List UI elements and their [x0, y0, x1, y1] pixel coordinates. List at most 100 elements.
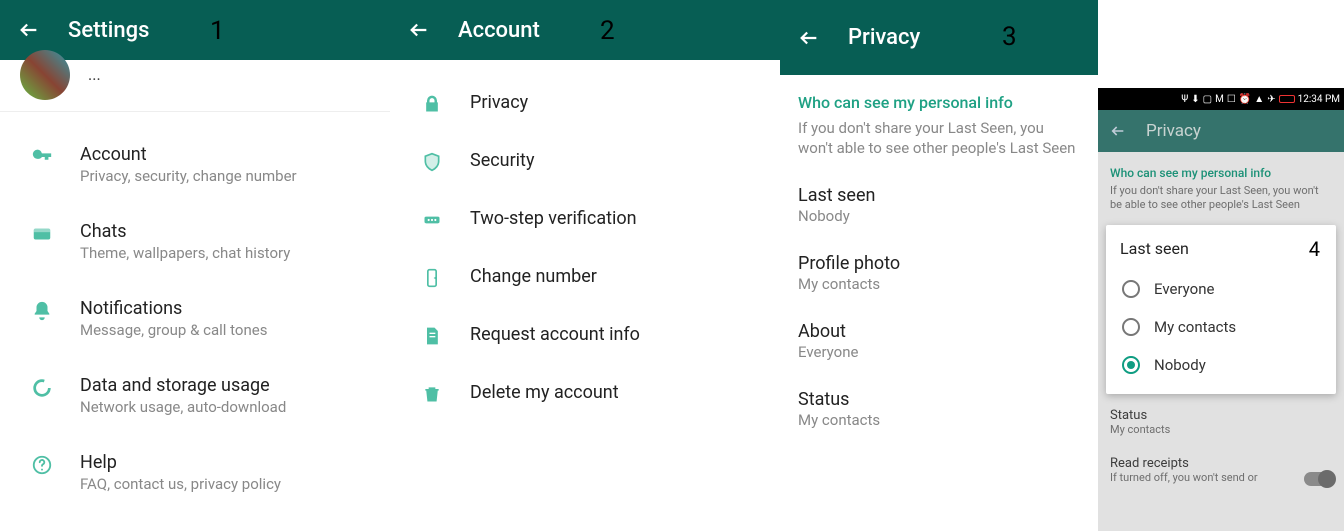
account-item-request-info[interactable]: Request account info: [390, 306, 780, 364]
row-title: Security: [470, 150, 760, 171]
mail-icon: M: [1215, 94, 1224, 105]
step-number-1: 1: [210, 16, 225, 46]
row-title: Status: [798, 389, 1080, 410]
header-privacy-dim: Privacy: [1098, 110, 1344, 152]
settings-item-help[interactable]: Help FAQ, contact us, privacy policy: [0, 434, 390, 511]
trash-icon: [410, 382, 454, 404]
status-bar: Ψ ⬇ ▢ M ☐ ⏰ ▲ ✈ 12:34 PM: [1098, 88, 1344, 110]
chat-icon: [20, 221, 64, 245]
pin-icon: [410, 208, 454, 230]
privacy-screen: Privacy 3 Who can see my personal info I…: [780, 0, 1098, 531]
row-title: Data and storage usage: [80, 375, 370, 396]
option-label: My contacts: [1154, 318, 1236, 336]
header-settings: Settings: [0, 0, 390, 60]
privacy-dialog-screen: Ψ ⬇ ▢ M ☐ ⏰ ▲ ✈ 12:34 PM Privacy Who can…: [1098, 0, 1344, 531]
row-title: Request account info: [470, 324, 760, 345]
clock-text: 12:34 PM: [1298, 94, 1340, 105]
section-header: Who can see my personal info: [1098, 152, 1344, 184]
account-item-change-number[interactable]: Change number: [390, 248, 780, 306]
header-title: Settings: [68, 18, 149, 43]
row-subtitle: My contacts: [798, 411, 1080, 429]
privacy-item-about[interactable]: About Everyone: [780, 307, 1098, 375]
row-subtitle: Everyone: [798, 343, 1080, 361]
option-my-contacts[interactable]: My contacts: [1120, 308, 1322, 346]
account-item-privacy[interactable]: Privacy: [390, 74, 780, 132]
wifi-icon: ▲: [1254, 94, 1264, 105]
row-subtitle: My contacts: [1110, 423, 1332, 436]
avatar: [20, 50, 70, 100]
section-header: Who can see my personal info: [780, 75, 1098, 118]
rec-icon: ☐: [1227, 94, 1236, 105]
row-title: About: [798, 321, 1080, 342]
section-note: If you don't share your Last Seen, you w…: [1098, 184, 1344, 221]
radio-icon: [1122, 318, 1140, 336]
section-note: If you don't share your Last Seen, you w…: [780, 118, 1098, 171]
last-seen-dialog: Last seen 4 Everyone My contacts Nobody: [1106, 225, 1336, 394]
step-number-3: 3: [1002, 22, 1017, 52]
back-icon[interactable]: [408, 19, 430, 41]
back-icon[interactable]: [1110, 123, 1126, 139]
download-icon: ⬇: [1191, 94, 1199, 105]
row-title: Status: [1110, 408, 1332, 423]
bell-icon: [20, 298, 64, 322]
row-subtitle: Network usage, auto-download: [80, 398, 370, 416]
privacy-item-read-receipts[interactable]: Read receipts If turned off, you won't s…: [1098, 446, 1344, 494]
privacy-item-status[interactable]: Status My contacts: [1098, 398, 1344, 446]
row-title: Privacy: [470, 92, 760, 113]
battery-icon: [1279, 95, 1295, 103]
row-title: Two-step verification: [470, 208, 760, 229]
row-subtitle: My contacts: [798, 275, 1080, 293]
settings-item-data-usage[interactable]: Data and storage usage Network usage, au…: [0, 357, 390, 434]
help-icon: [20, 452, 64, 476]
header-title: Privacy: [848, 25, 920, 50]
row-subtitle: Message, group & call tones: [80, 321, 370, 339]
settings-item-chats[interactable]: Chats Theme, wallpapers, chat history: [0, 203, 390, 280]
settings-screen: Settings 1 ... Account Privacy, security…: [0, 0, 390, 531]
header-title: Account: [458, 18, 540, 43]
header-account: Account: [390, 0, 780, 60]
step-number-2: 2: [600, 16, 615, 46]
airplane-icon: ✈: [1267, 94, 1275, 105]
row-title: Change number: [470, 266, 760, 287]
profile-status: ...: [88, 65, 101, 84]
radio-icon: [1122, 280, 1140, 298]
step-number-4: 4: [1309, 237, 1320, 261]
row-title: Help: [80, 452, 370, 473]
row-title: Account: [80, 144, 370, 165]
toggle-switch[interactable]: [1304, 472, 1334, 486]
back-icon[interactable]: [798, 27, 820, 49]
row-title: Profile photo: [798, 253, 1080, 274]
alarm-icon: ⏰: [1239, 94, 1251, 105]
row-subtitle: Theme, wallpapers, chat history: [80, 244, 370, 262]
account-screen: Account 2 Privacy Security Two-step veri…: [390, 0, 780, 531]
row-title: Delete my account: [470, 382, 760, 403]
profile-row[interactable]: ...: [0, 60, 390, 112]
option-label: Everyone: [1154, 280, 1214, 298]
privacy-item-last-seen[interactable]: Last seen Nobody: [780, 171, 1098, 239]
privacy-item-profile-photo[interactable]: Profile photo My contacts: [780, 239, 1098, 307]
row-subtitle: Nobody: [798, 207, 1080, 225]
header-title: Privacy: [1146, 121, 1201, 141]
lock-icon: [410, 92, 454, 114]
document-icon: [410, 324, 454, 346]
key-icon: [20, 144, 64, 168]
account-item-two-step[interactable]: Two-step verification: [390, 190, 780, 248]
row-subtitle: FAQ, contact us, privacy policy: [80, 475, 370, 493]
row-subtitle: If turned off, you won't send or: [1110, 471, 1332, 484]
option-everyone[interactable]: Everyone: [1120, 270, 1322, 308]
row-subtitle: Privacy, security, change number: [80, 167, 370, 185]
shield-icon: [410, 150, 454, 172]
account-item-delete[interactable]: Delete my account: [390, 364, 780, 422]
row-title: Read receipts: [1110, 456, 1332, 471]
option-nobody[interactable]: Nobody: [1120, 346, 1322, 384]
dialog-title: Last seen: [1120, 239, 1322, 258]
row-title: Chats: [80, 221, 370, 242]
option-label: Nobody: [1154, 356, 1206, 374]
square-icon: ▢: [1203, 94, 1212, 105]
row-title: Notifications: [80, 298, 370, 319]
privacy-item-status[interactable]: Status My contacts: [780, 375, 1098, 443]
account-item-security[interactable]: Security: [390, 132, 780, 190]
back-icon[interactable]: [18, 19, 40, 41]
settings-item-account[interactable]: Account Privacy, security, change number: [0, 126, 390, 203]
settings-item-notifications[interactable]: Notifications Message, group & call tone…: [0, 280, 390, 357]
